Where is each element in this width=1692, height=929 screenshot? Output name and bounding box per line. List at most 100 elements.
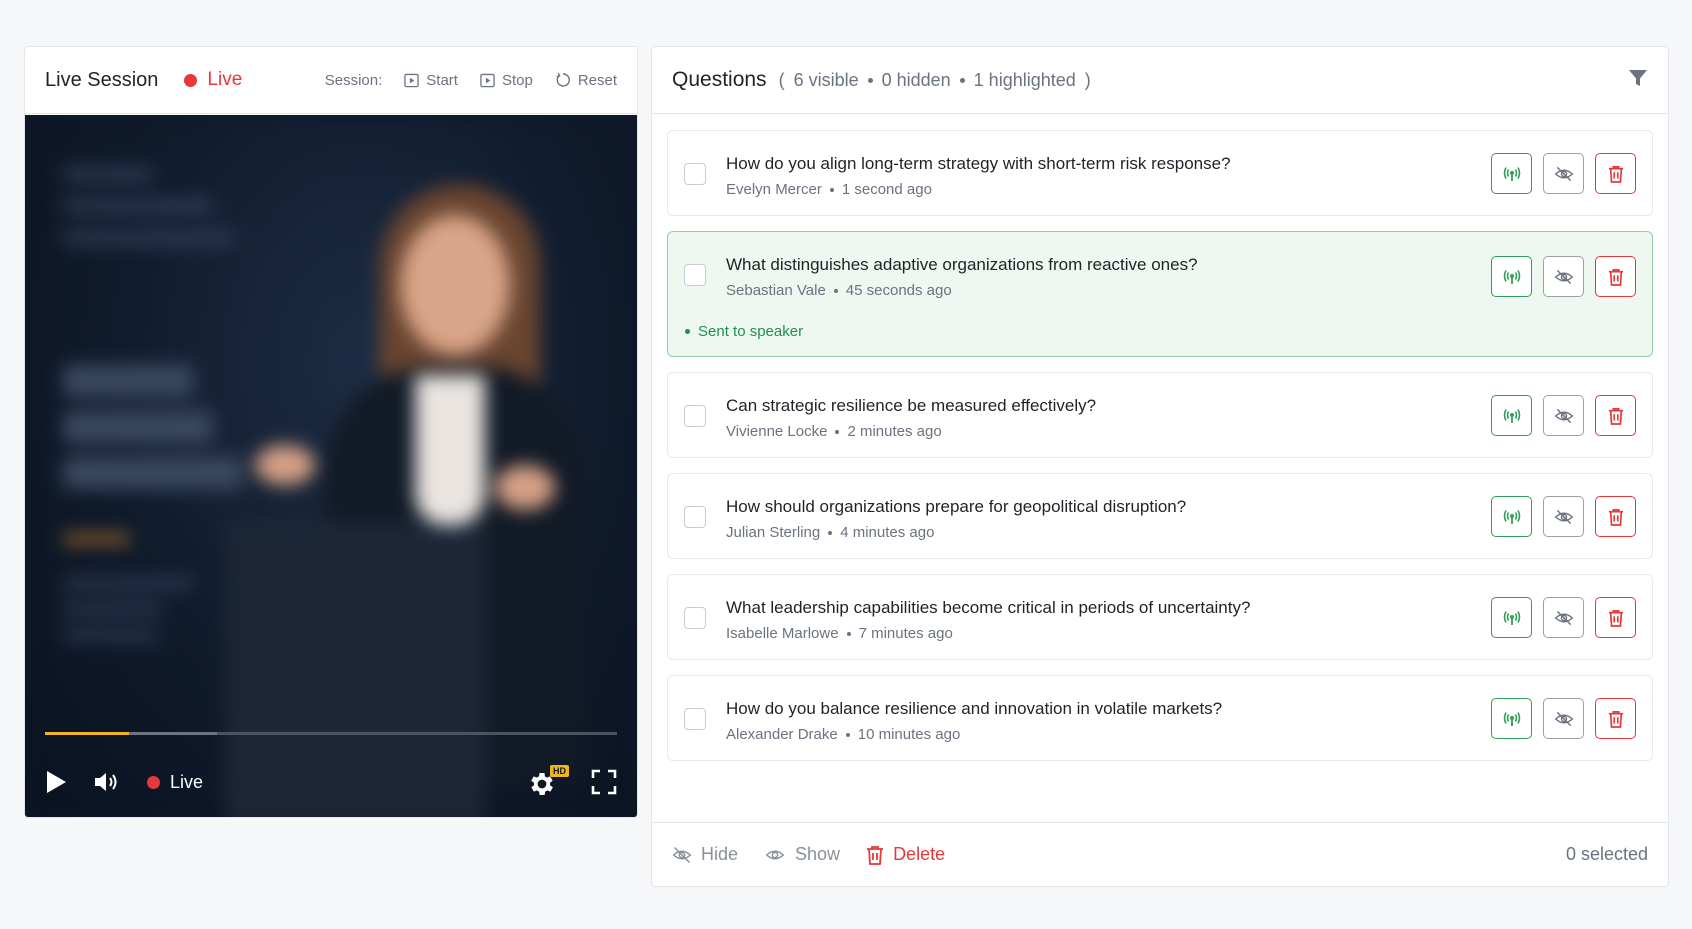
session-start-label: Start bbox=[426, 71, 458, 89]
fullscreen-button[interactable] bbox=[591, 769, 617, 795]
bulk-hide-button[interactable]: Hide bbox=[672, 844, 738, 865]
send-to-speaker-button[interactable] bbox=[1491, 597, 1532, 638]
question-card[interactable]: How should organizations prepare for geo… bbox=[667, 473, 1653, 559]
question-checkbox[interactable] bbox=[684, 163, 706, 185]
question-card[interactable]: What distinguishes adaptive organization… bbox=[667, 231, 1653, 357]
question-time: 45 seconds ago bbox=[845, 282, 952, 299]
trash-icon bbox=[1608, 508, 1623, 526]
question-card[interactable]: Can strategic resilience be measured eff… bbox=[667, 372, 1653, 458]
eye-off-icon bbox=[672, 846, 692, 863]
question-checkbox[interactable] bbox=[684, 607, 706, 629]
hide-question-button[interactable] bbox=[1543, 496, 1584, 537]
eye-off-icon bbox=[1554, 408, 1573, 423]
play-icon bbox=[47, 771, 66, 793]
separator-dot bbox=[829, 187, 834, 192]
broadcast-icon bbox=[1503, 711, 1520, 726]
live-session-panel: Live Session Live Session: Start Stop Re… bbox=[24, 46, 638, 818]
stats-hidden: 0 hidden bbox=[881, 69, 951, 90]
question-actions bbox=[1491, 597, 1636, 638]
live-status-text: Live bbox=[207, 69, 243, 90]
send-to-speaker-button[interactable] bbox=[1491, 496, 1532, 537]
selected-count: 0 selected bbox=[1565, 844, 1648, 864]
question-meta: Sebastian Vale 45 seconds ago bbox=[726, 282, 952, 299]
hide-question-button[interactable] bbox=[1543, 153, 1584, 194]
questions-stats: ( 6 visible 0 hidden 1 highlighted ) bbox=[779, 70, 1091, 91]
video-progress-bar[interactable] bbox=[45, 732, 617, 735]
question-meta: Alexander Drake 10 minutes ago bbox=[726, 726, 960, 743]
session-reset-button[interactable]: Reset bbox=[555, 72, 617, 89]
bulk-show-label: Show bbox=[795, 844, 841, 864]
separator-dot bbox=[845, 732, 850, 737]
question-time: 7 minutes ago bbox=[858, 625, 953, 642]
hd-badge: HD bbox=[550, 765, 569, 777]
session-controls-label: Session: bbox=[324, 71, 383, 89]
question-checkbox[interactable] bbox=[684, 506, 706, 528]
settings-button[interactable]: HD bbox=[527, 765, 569, 799]
separator-dot bbox=[833, 288, 838, 293]
session-reset-label: Reset bbox=[577, 71, 617, 89]
question-actions bbox=[1491, 698, 1636, 739]
video-controls: Live HD bbox=[45, 765, 617, 799]
hide-question-button[interactable] bbox=[1543, 698, 1584, 739]
player-live-label: Live bbox=[170, 771, 204, 792]
play-button[interactable] bbox=[45, 770, 67, 794]
question-time: 10 minutes ago bbox=[857, 726, 961, 743]
question-text: What distinguishes adaptive organization… bbox=[726, 255, 1198, 274]
delete-question-button[interactable] bbox=[1595, 698, 1636, 739]
play-square-icon bbox=[480, 73, 495, 87]
question-card[interactable]: How do you align long-term strategy with… bbox=[667, 130, 1653, 216]
delete-question-button[interactable] bbox=[1595, 153, 1636, 194]
send-to-speaker-button[interactable] bbox=[1491, 153, 1532, 194]
delete-question-button[interactable] bbox=[1595, 496, 1636, 537]
eye-off-icon bbox=[1554, 166, 1573, 181]
live-dot-icon bbox=[184, 73, 198, 87]
trash-icon bbox=[1608, 407, 1623, 425]
status-dot-icon bbox=[685, 329, 690, 334]
filter-button[interactable] bbox=[1628, 68, 1648, 93]
trash-icon bbox=[1608, 268, 1623, 286]
hide-question-button[interactable] bbox=[1543, 597, 1584, 638]
bulk-show-button[interactable]: Show bbox=[764, 844, 840, 865]
stats-highlighted: 1 highlighted bbox=[973, 69, 1076, 90]
eye-icon bbox=[765, 850, 785, 859]
separator-dot bbox=[835, 429, 840, 434]
question-author: Vivienne Locke bbox=[726, 423, 828, 440]
volume-icon bbox=[95, 773, 117, 791]
question-card[interactable]: What leadership capabilities become crit… bbox=[667, 574, 1653, 660]
question-time: 4 minutes ago bbox=[840, 524, 935, 541]
delete-question-button[interactable] bbox=[1595, 256, 1636, 297]
bulk-hide-label: Hide bbox=[701, 844, 739, 864]
send-to-speaker-button[interactable] bbox=[1491, 698, 1532, 739]
stats-visible: 6 visible bbox=[793, 69, 859, 90]
question-meta: Isabelle Marlowe 7 minutes ago bbox=[726, 625, 953, 642]
separator-dot bbox=[846, 631, 851, 636]
send-to-speaker-button[interactable] bbox=[1491, 256, 1532, 297]
bulk-delete-button[interactable]: Delete bbox=[866, 844, 945, 865]
trash-icon bbox=[1608, 609, 1623, 627]
volume-button[interactable] bbox=[93, 770, 121, 794]
session-stop-label: Stop bbox=[501, 71, 533, 89]
stats-close-paren: ) bbox=[1084, 69, 1091, 90]
delete-question-button[interactable] bbox=[1595, 597, 1636, 638]
filter-icon bbox=[1629, 69, 1647, 86]
question-meta: Julian Sterling 4 minutes ago bbox=[726, 524, 934, 541]
eye-off-icon bbox=[1554, 269, 1573, 284]
question-card[interactable]: How do you balance resilience and innova… bbox=[667, 675, 1653, 761]
send-to-speaker-button[interactable] bbox=[1491, 395, 1532, 436]
hide-question-button[interactable] bbox=[1543, 256, 1584, 297]
eye-off-icon bbox=[1554, 509, 1573, 524]
question-status-text: Sent to speaker bbox=[698, 323, 804, 340]
question-checkbox[interactable] bbox=[684, 264, 706, 286]
question-checkbox[interactable] bbox=[684, 708, 706, 730]
delete-question-button[interactable] bbox=[1595, 395, 1636, 436]
hide-question-button[interactable] bbox=[1543, 395, 1584, 436]
session-stop-button[interactable]: Stop bbox=[480, 72, 533, 89]
question-checkbox[interactable] bbox=[684, 405, 706, 427]
video-progress-fill bbox=[45, 732, 130, 735]
play-square-icon bbox=[404, 73, 419, 87]
question-author: Sebastian Vale bbox=[726, 282, 826, 299]
trash-icon bbox=[1608, 710, 1623, 728]
live-status-badge: Live bbox=[184, 69, 242, 91]
video-player[interactable]: Live HD bbox=[25, 115, 637, 817]
session-start-button[interactable]: Start bbox=[404, 72, 458, 89]
